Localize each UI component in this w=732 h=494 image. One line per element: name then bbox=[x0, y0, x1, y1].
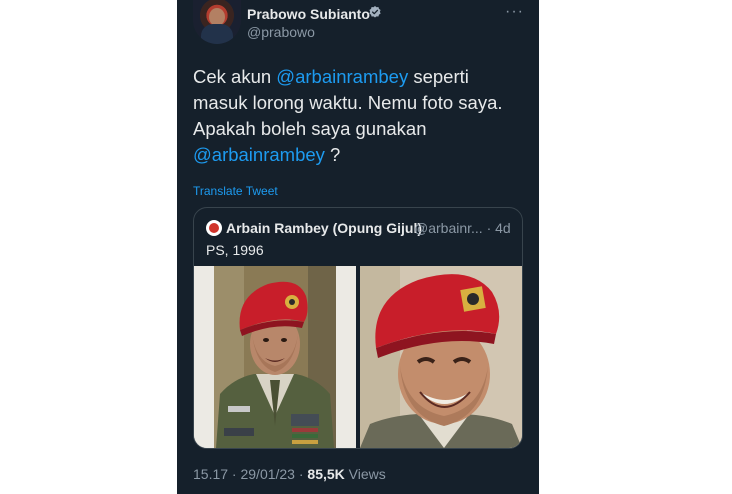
views-count: 85,5K bbox=[307, 466, 345, 482]
quoted-handle-time[interactable]: @arbainr... · 4d bbox=[414, 220, 511, 236]
quoted-author-avatar[interactable] bbox=[206, 220, 222, 236]
tweet-timestamp: 15.17 · 29/01/23 · 85,5K Views bbox=[193, 466, 386, 482]
quoted-photo-1[interactable] bbox=[194, 266, 356, 448]
mention-link[interactable]: @arbainrambey bbox=[193, 144, 325, 165]
tweet-panel: Prabowo Subianto @prabowo ··· Cek akun @… bbox=[177, 0, 539, 494]
translate-tweet-link[interactable]: Translate Tweet bbox=[193, 184, 278, 198]
quoted-tweet-text: PS, 1996 bbox=[206, 242, 264, 258]
author-avatar[interactable] bbox=[193, 0, 241, 44]
views-label: Views bbox=[344, 466, 386, 482]
quoted-tweet-card[interactable]: Arbain Rambey (Opung Gijul) @arbainr... … bbox=[193, 207, 523, 449]
more-options-icon[interactable]: ··· bbox=[505, 4, 523, 20]
avatar-suit bbox=[201, 24, 233, 44]
tweet-text-part: ? bbox=[324, 144, 341, 165]
mention-link[interactable]: @arbainrambey bbox=[276, 66, 408, 87]
author-name[interactable]: Prabowo Subianto bbox=[247, 6, 370, 22]
tweet-text: Cek akun @arbainrambey seperti masuk lor… bbox=[193, 64, 523, 168]
tweet-text-part: Cek akun bbox=[193, 66, 277, 87]
portrait-photo-1 bbox=[194, 266, 356, 448]
author-handle[interactable]: @prabowo bbox=[247, 24, 315, 40]
quoted-photo-2[interactable] bbox=[360, 266, 522, 448]
tweet-time[interactable]: 15.17 · 29/01/23 · bbox=[193, 466, 307, 482]
quoted-author-name[interactable]: Arbain Rambey (Opung Gijul) bbox=[226, 220, 422, 236]
portrait-photo-2 bbox=[360, 266, 522, 448]
verified-badge-icon bbox=[369, 6, 381, 18]
